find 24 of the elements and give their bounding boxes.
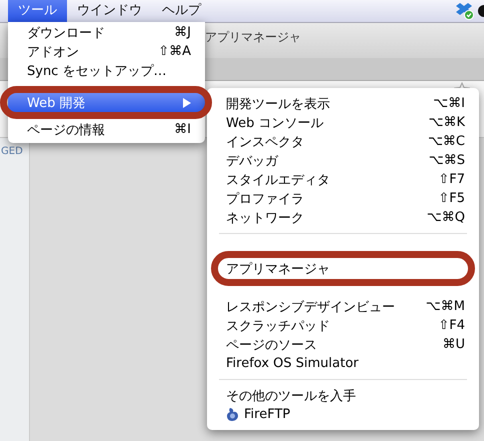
menu-item[interactable]: スクラッチパッド ⇧F4 — [219, 316, 467, 335]
menu-bar-item[interactable]: ウインドウ — [67, 0, 152, 22]
menu-item[interactable]: Web コンソール ⌥⌘K — [219, 113, 467, 132]
menu-bar-item[interactable]: ヘルプ — [152, 0, 211, 22]
menu-item[interactable]: ネットワーク ⌥⌘Q — [219, 208, 467, 227]
menu-item[interactable]: アプリマネージャ — [219, 259, 467, 278]
menu-item[interactable]: 開発ツールを表示 ⌥⌘I — [219, 94, 467, 113]
menu-item[interactable]: プロファイラ ⇧F5 — [219, 189, 467, 208]
menu-item[interactable]: インスペクタ ⌥⌘C — [219, 132, 467, 151]
menu-item[interactable]: FireFTP — [219, 405, 467, 424]
menu-item[interactable]: ページのソース ⌘U — [219, 335, 467, 354]
menu-item[interactable]: ページの情報 ⌘I — [8, 120, 205, 139]
menu-item[interactable]: スタイルエディタ ⇧F7 — [219, 170, 467, 189]
menu-item[interactable]: アドオン ⇧⌘A — [8, 42, 205, 61]
menu-item[interactable]: Firefox OS Simulator — [219, 354, 467, 373]
menu-item[interactable]: Web 開発 — [8, 93, 205, 112]
menu-item[interactable]: デバッガ ⌥⌘S — [219, 151, 467, 170]
menu-item[interactable]: その他のツールを入手 — [219, 386, 467, 405]
sidebar-heading: GED — [1, 146, 24, 157]
menu-bar-item[interactable]: ツール — [8, 0, 67, 22]
status-icon[interactable] — [478, 5, 484, 17]
menu-item[interactable]: ダウンロード ⌘J — [8, 23, 205, 42]
window-title: アプリマネージャ — [205, 29, 301, 46]
menu-item[interactable]: レスポンシブデザインビュー ⌥⌘M — [219, 297, 467, 316]
